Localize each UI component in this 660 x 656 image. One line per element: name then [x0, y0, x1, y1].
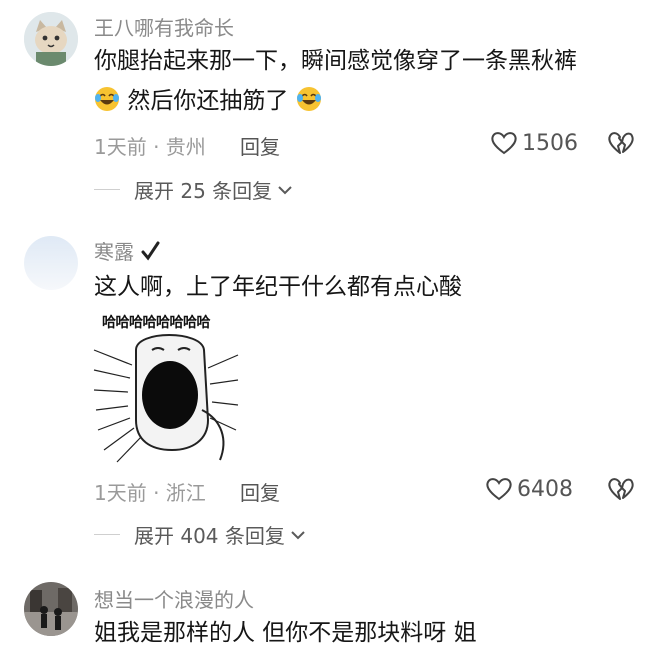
like-count: 1506 [522, 130, 578, 156]
like-button[interactable]: 1506 [490, 130, 578, 156]
like-count: 6408 [517, 476, 573, 502]
laughing-meme-sticker[interactable]: 哈哈哈哈哈哈哈哈 [92, 310, 240, 470]
expand-replies-label: 展开 25 条回复 [134, 179, 273, 203]
comment-meta: 1天前 · 贵州 [94, 135, 206, 159]
username[interactable]: 王八哪有我命长 [94, 12, 234, 41]
chevron-down-icon [291, 530, 305, 539]
comment-text-line1: 你腿抬起来那一下，瞬间感觉像穿了一条黑秋裤 [94, 48, 577, 74]
dislike-button[interactable] [607, 130, 635, 160]
dislike-button[interactable] [607, 476, 635, 506]
username-text: 寒露 [94, 240, 134, 264]
expand-replies-button[interactable]: 展开 404 条回复 [94, 520, 307, 549]
comment-meta: 1天前 · 浙江 [94, 481, 206, 505]
divider-line [94, 533, 120, 536]
comment-text-line2: 然后你还抽筋了 [127, 88, 289, 114]
username[interactable]: 寒露 [94, 236, 160, 265]
laughing-crying-emoji-icon [296, 86, 322, 112]
check-icon [141, 241, 160, 261]
broken-heart-icon [608, 132, 634, 154]
reply-button[interactable]: 回复 [240, 477, 280, 506]
comment-text: 这人啊，上了年纪干什么都有点心酸 [94, 274, 462, 300]
chevron-down-icon [278, 185, 292, 194]
heart-icon [486, 478, 512, 501]
avatar-photo[interactable] [24, 582, 78, 636]
comment-text: 然后你还抽筋了 [94, 84, 322, 118]
reply-button[interactable]: 回复 [240, 131, 280, 160]
expand-replies-label: 展开 404 条回复 [134, 524, 285, 548]
avatar-sky[interactable] [24, 236, 78, 290]
avatar-cat[interactable] [24, 12, 78, 66]
username[interactable]: 想当一个浪漫的人 [94, 584, 254, 613]
broken-heart-icon [608, 478, 634, 500]
heart-icon [491, 132, 517, 155]
comment-text: 你腿抬起来那一下，瞬间感觉像穿了一条黑秋裤 [94, 44, 577, 78]
divider-line [94, 188, 120, 191]
expand-replies-button[interactable]: 展开 25 条回复 [94, 175, 294, 204]
laughing-crying-emoji-icon [94, 86, 120, 112]
like-button[interactable]: 6408 [485, 476, 573, 502]
comment-text: 姐我是那样的人 但你不是那块料呀 姐 [94, 620, 477, 646]
